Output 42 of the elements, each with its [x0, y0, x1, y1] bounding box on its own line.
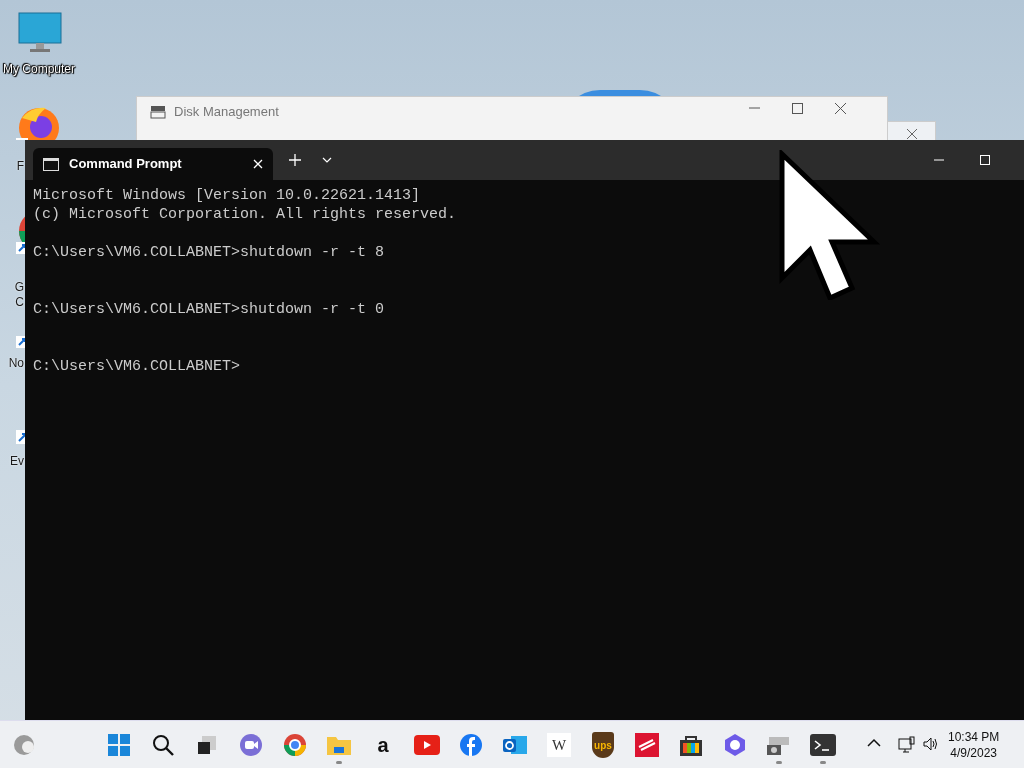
video-chat-icon[interactable] — [239, 733, 263, 757]
terminal-tab[interactable]: Command Prompt — [33, 148, 273, 180]
ai-app-icon[interactable] — [723, 733, 747, 757]
network-icon[interactable] — [898, 736, 915, 753]
mail-app-icon[interactable] — [503, 734, 527, 756]
terminal-line: (c) Microsoft Corporation. All rights reserved. — [33, 205, 458, 224]
tab-title: Command Prompt — [69, 155, 183, 174]
window-title: Disk Management — [174, 103, 279, 121]
command-line: C:\Users\VM6.COLLABNET> — [33, 357, 242, 376]
bank-app-icon[interactable] — [635, 733, 659, 757]
dropdown-icon[interactable] — [322, 157, 332, 163]
command-line: C:\Users\VM6.COLLABNET>shutdown -r -t 0 — [33, 300, 386, 319]
maximize-icon[interactable] — [791, 102, 804, 115]
start-icon[interactable] — [108, 734, 130, 756]
mouse-pointer-icon — [778, 150, 882, 300]
social-app-icon[interactable] — [459, 733, 483, 757]
icon-label: F — [16, 159, 24, 174]
new-tab-icon[interactable] — [289, 154, 301, 166]
vm-app-icon[interactable] — [766, 734, 792, 756]
icon-label: No — [8, 356, 24, 371]
task-view-icon[interactable] — [196, 734, 218, 756]
disk-icon — [150, 104, 166, 119]
wiki-app-icon[interactable]: W — [547, 733, 571, 757]
video-app-icon[interactable] — [414, 735, 440, 755]
folder-icon[interactable] — [326, 734, 352, 756]
close-icon[interactable] — [834, 102, 847, 115]
volume-icon[interactable] — [922, 736, 939, 753]
terminal-line: Microsoft Windows [Version 10.0.22621.1413] — [33, 186, 422, 205]
shopping-app-icon[interactable]: a — [377, 735, 389, 755]
search-icon[interactable] — [152, 734, 174, 756]
monitor-icon[interactable] — [18, 12, 62, 54]
icon-label: G C — [14, 280, 24, 310]
icon-label: My Computer — [2, 62, 76, 77]
browser-icon[interactable] — [283, 733, 307, 757]
console-icon — [43, 157, 59, 171]
clock-date[interactable]: 4/9/2023 — [948, 745, 1000, 761]
delivery-app-icon[interactable]: ups — [592, 732, 614, 758]
terminal-icon[interactable] — [810, 734, 836, 756]
store-icon[interactable] — [679, 733, 703, 757]
command-line: C:\Users\VM6.COLLABNET>shutdown -r -t 8 — [33, 243, 386, 262]
icon-label: Ev — [10, 454, 24, 469]
clock-time[interactable]: 10:34 PM — [948, 729, 1000, 745]
